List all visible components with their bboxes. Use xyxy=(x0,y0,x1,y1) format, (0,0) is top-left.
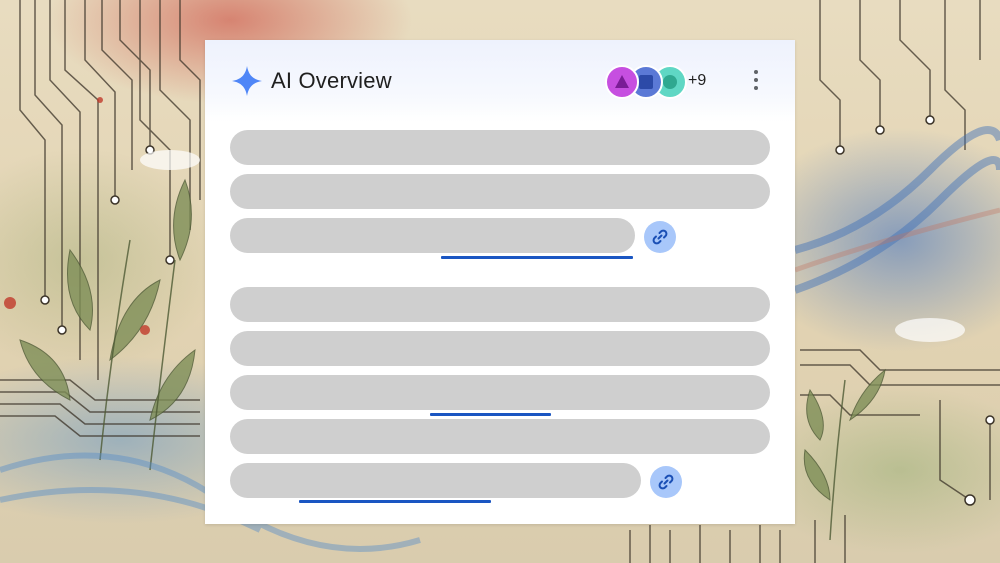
sparkle-icon xyxy=(231,65,263,97)
more-vert-icon[interactable] xyxy=(750,70,762,94)
link-icon xyxy=(658,474,674,490)
source-link-underline[interactable] xyxy=(441,256,633,259)
avatar-triangle-icon[interactable] xyxy=(605,65,639,99)
placeholder-line xyxy=(230,419,770,454)
placeholder-line xyxy=(230,463,641,498)
avatar-more-count[interactable]: +9 xyxy=(688,72,706,90)
placeholder-line xyxy=(230,174,770,209)
source-link-underline[interactable] xyxy=(430,413,551,416)
ai-overview-card: AI Overview +9 xyxy=(205,40,795,524)
source-link-button[interactable] xyxy=(650,466,682,498)
source-link-underline[interactable] xyxy=(299,500,491,503)
overview-header: AI Overview +9 xyxy=(205,40,795,122)
placeholder-line xyxy=(230,218,635,253)
source-link-button[interactable] xyxy=(644,221,676,253)
placeholder-line xyxy=(230,331,770,366)
avatar-group[interactable] xyxy=(605,65,687,99)
link-icon xyxy=(652,229,668,245)
placeholder-line xyxy=(230,130,770,165)
placeholder-line xyxy=(230,375,770,410)
placeholder-line xyxy=(230,287,770,322)
overview-title: AI Overview xyxy=(271,68,392,93)
